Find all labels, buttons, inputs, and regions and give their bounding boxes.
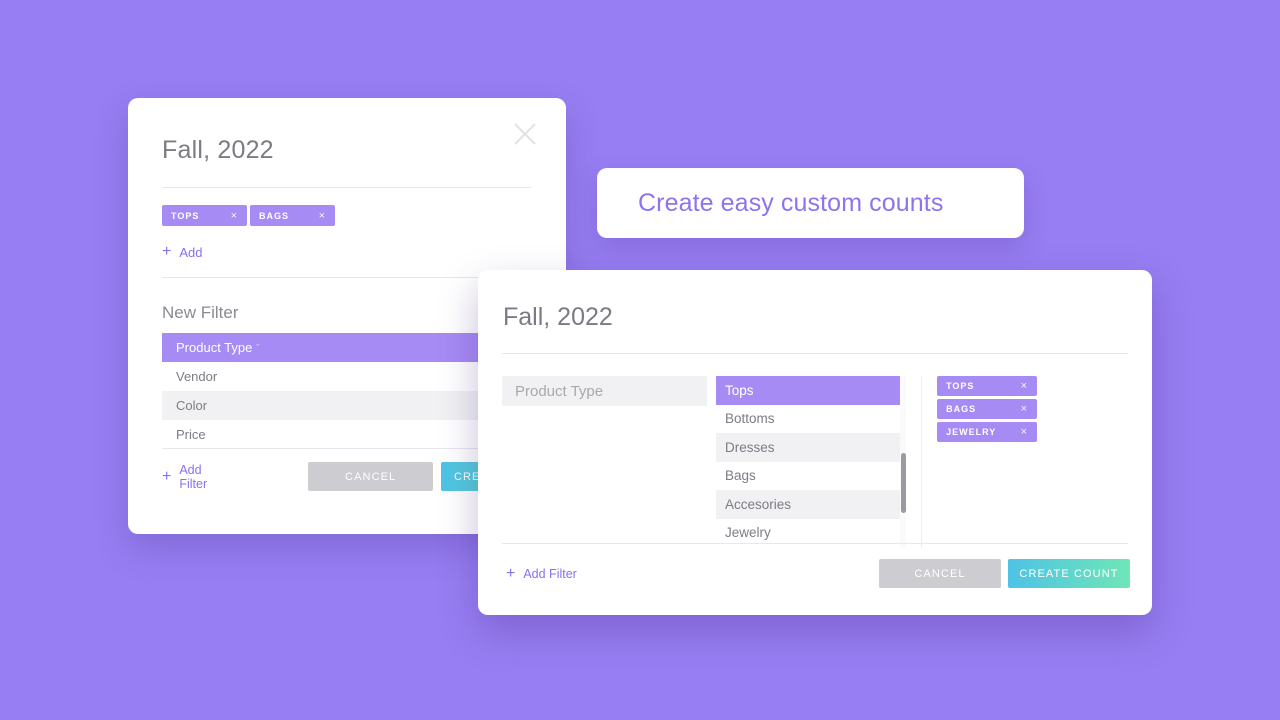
dropdown-option-label: Dresses: [725, 439, 775, 455]
chevron-down-icon: ˇ: [256, 342, 260, 353]
footer-divider: [162, 448, 532, 449]
filter-option-color[interactable]: Color: [162, 391, 532, 420]
product-type-dropdown: Tops Bottoms Dresses Bags Accesories Jew…: [716, 376, 907, 548]
dropdown-option-bottoms[interactable]: Bottoms: [716, 405, 904, 434]
create-count-button[interactable]: CREATE COUNT: [1008, 559, 1130, 588]
front-panel-content: Fall, 2022 Tops Bottoms Dresses Bags Acc…: [478, 270, 1152, 615]
dropdown-scrollbar[interactable]: [900, 376, 907, 548]
plus-icon: +: [162, 467, 172, 485]
front-panel-footer: + Add Filter CANCEL CREATE COUNT: [506, 559, 1130, 588]
add-tag-label: Add: [179, 244, 203, 260]
tag-label: BAGS: [946, 404, 977, 414]
tags-divider: [162, 277, 532, 278]
dropdown-option-tops[interactable]: Tops: [716, 376, 905, 405]
footer-divider: [502, 543, 1128, 544]
filter-options-list: Product Type ˇ Vendor Color Price: [162, 333, 532, 449]
filter-option-label: Price: [176, 427, 206, 442]
filter-option-label: Product Type: [176, 340, 253, 355]
dropdown-option-dresses[interactable]: Dresses: [716, 433, 905, 462]
tag-chip[interactable]: TOPS ×: [162, 205, 247, 226]
selected-tags-list: TOPS × BAGS × JEWELRY ×: [921, 376, 1128, 548]
page-title: Fall, 2022: [162, 136, 274, 164]
filter-option-label: Vendor: [176, 369, 218, 384]
close-icon[interactable]: [511, 120, 539, 148]
add-filter-label: Add Filter: [179, 462, 208, 491]
filter-builder-row: Tops Bottoms Dresses Bags Accesories Jew…: [502, 376, 1128, 548]
new-filter-label: New Filter: [162, 303, 239, 322]
tag-remove-icon[interactable]: ×: [1021, 380, 1028, 392]
tag-remove-icon[interactable]: ×: [319, 210, 326, 222]
headline-text: Create easy custom counts: [638, 188, 944, 217]
add-tag-button[interactable]: + Add: [162, 244, 532, 260]
plus-icon: +: [162, 243, 172, 260]
page-title: Fall, 2022: [503, 303, 613, 331]
tag-label: TOPS: [171, 210, 200, 221]
tag-chip[interactable]: TOPS ×: [937, 376, 1038, 396]
add-filter-button[interactable]: + Add Filter: [506, 564, 577, 582]
selected-tags-list: TOPS × BAGS ×: [162, 205, 532, 226]
tag-remove-icon[interactable]: ×: [1021, 403, 1028, 415]
dropdown-option-label: Bags: [725, 468, 756, 484]
headline-card: Create easy custom counts: [597, 168, 1024, 238]
plus-icon: +: [506, 564, 516, 582]
tag-chip[interactable]: BAGS ×: [250, 205, 335, 226]
product-type-input[interactable]: [502, 376, 707, 406]
dropdown-option-label: Bottoms: [725, 411, 775, 427]
dropdown-option-label: Jewelry: [725, 525, 771, 541]
cancel-button[interactable]: CANCEL: [308, 462, 434, 491]
tag-chip[interactable]: BAGS ×: [937, 399, 1038, 419]
tag-remove-icon[interactable]: ×: [231, 210, 238, 222]
dropdown-option-accesories[interactable]: Accesories: [716, 490, 905, 519]
add-filter-button[interactable]: + Add Filter: [162, 463, 232, 491]
tag-label: BAGS: [259, 210, 290, 221]
create-count-dialog-front: Fall, 2022 Tops Bottoms Dresses Bags Acc…: [478, 270, 1152, 615]
title-divider: [162, 187, 532, 188]
filter-option-price[interactable]: Price: [162, 420, 532, 449]
title-divider: [502, 353, 1128, 354]
dropdown-option-bags[interactable]: Bags: [716, 462, 904, 491]
tag-label: TOPS: [946, 381, 975, 391]
scrollbar-thumb[interactable]: [901, 453, 907, 513]
add-filter-label: Add Filter: [523, 566, 577, 581]
tag-remove-icon[interactable]: ×: [1021, 426, 1028, 438]
filter-option-product-type[interactable]: Product Type ˇ: [162, 333, 532, 362]
filter-option-vendor[interactable]: Vendor: [162, 362, 532, 391]
filter-option-label: Color: [176, 398, 208, 413]
tag-chip[interactable]: JEWELRY ×: [937, 422, 1038, 442]
cancel-button[interactable]: CANCEL: [879, 559, 1001, 588]
dropdown-option-label: Accesories: [725, 496, 792, 512]
tag-label: JEWELRY: [946, 427, 997, 437]
dropdown-option-label: Tops: [725, 382, 754, 398]
